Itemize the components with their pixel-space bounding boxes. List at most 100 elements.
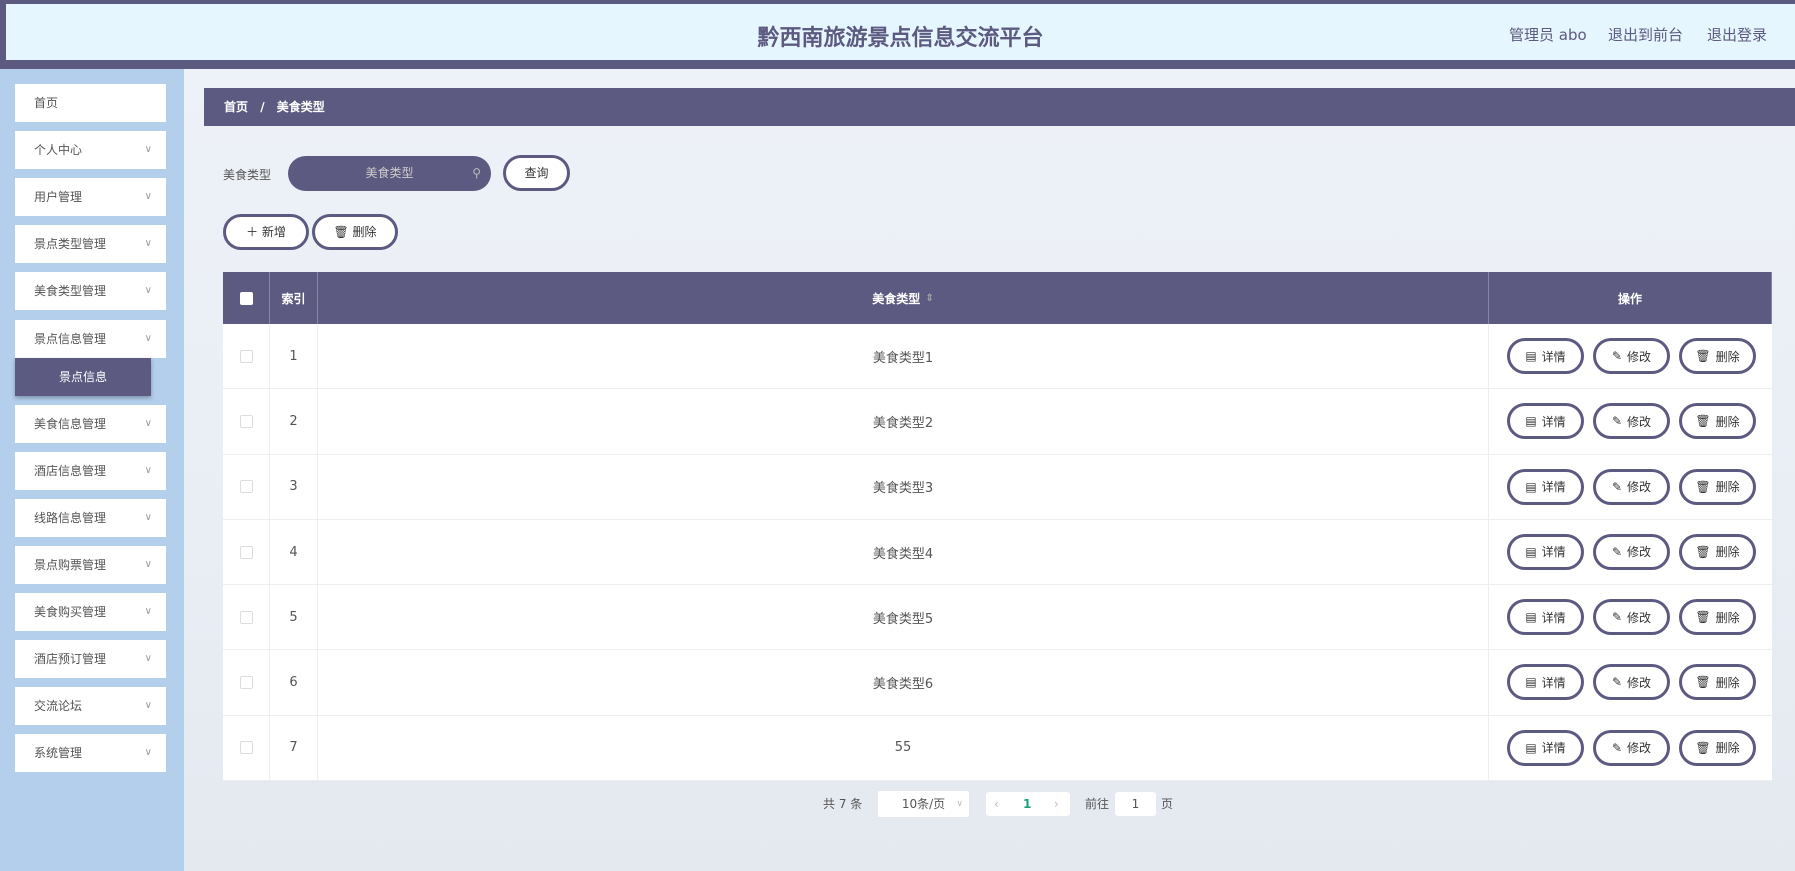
sidebar-item[interactable]: 美食购买管理 ∨ — [15, 593, 166, 631]
row-food-type: 美食类型4 — [872, 546, 934, 562]
breadcrumb-home[interactable]: 首页 — [224, 100, 248, 114]
sidebar-item[interactable]: 用户管理 ∨ — [15, 178, 166, 216]
delete-button[interactable]: 🗑 删除 — [1679, 664, 1756, 701]
page-size-select[interactable]: 10条/页 ∨ — [877, 790, 970, 818]
row-checkbox[interactable] — [239, 545, 253, 559]
row-food-type: 美食类型6 — [872, 677, 934, 693]
page-suffix: 页 — [1161, 797, 1174, 811]
exit-to-front-link[interactable]: 退出到前台 — [1608, 24, 1683, 45]
sidebar-item[interactable]: 个人中心 ∨ — [15, 131, 166, 169]
edit-button[interactable]: ✎ 修改 — [1593, 468, 1670, 505]
chevron-down-icon: ∨ — [956, 799, 963, 809]
detail-button[interactable]: ▤ 详情 — [1507, 533, 1584, 570]
pencil-icon: ✎ — [1611, 740, 1623, 755]
document-icon: ▤ — [1525, 740, 1537, 755]
detail-button[interactable]: ▤ 详情 — [1507, 729, 1584, 766]
detail-button[interactable]: ▤ 详情 — [1507, 664, 1584, 701]
row-checkbox[interactable] — [239, 741, 253, 755]
delete-button[interactable]: 🗑 删除 — [1679, 338, 1756, 374]
plus-icon: ＋ — [246, 225, 262, 239]
detail-label: 详情 — [1541, 610, 1566, 625]
delete-button[interactable]: 🗑 删除 — [1679, 403, 1756, 440]
table-row: 3 美食类型3 ▤ 详情 ✎ 修改 🗑 删除 — [223, 454, 1772, 520]
chevron-down-icon: ∨ — [144, 606, 152, 617]
delete-label: 删除 — [1715, 480, 1740, 495]
breadcrumb: 首页 / 美食类型 — [204, 88, 1795, 126]
header-inner: 黔西南旅游景点信息交流平台 管理员 abo 退出到前台 退出登录 — [6, 4, 1795, 60]
sidebar-item-label: 个人中心 — [34, 143, 83, 157]
sidebar-item[interactable]: 首页 — [15, 84, 166, 122]
row-checkbox[interactable] — [239, 349, 253, 363]
prev-page-icon[interactable]: ‹ — [994, 792, 999, 816]
select-all-checkbox[interactable] — [239, 291, 253, 305]
col-index: 索引 — [281, 291, 306, 306]
search-placeholder: 美食类型 — [365, 166, 414, 180]
next-page-icon[interactable]: › — [1054, 792, 1059, 816]
sidebar-item[interactable]: 景点购票管理 ∨ — [15, 546, 166, 584]
delete-button[interactable]: 🗑 删除 — [1679, 468, 1756, 505]
sidebar-item-label: 景点信息管理 — [34, 332, 107, 346]
chevron-down-icon: ∨ — [144, 144, 152, 155]
breadcrumb-separator: / — [260, 100, 265, 114]
data-table: 索引 美食类型 ⇕ 操作 1 美食类型1 ▤ 详情 ✎ 修改 🗑 删除 2 美食类型2 … — [223, 272, 1772, 782]
chevron-down-icon: ∨ — [144, 747, 152, 758]
row-index: 3 — [289, 479, 298, 495]
row-food-type: 美食类型5 — [872, 611, 934, 627]
sidebar-item[interactable]: 美食信息管理 ∨ — [15, 405, 166, 443]
sidebar-item[interactable]: 景点信息管理 ∨ — [15, 320, 166, 358]
sidebar-item[interactable]: 酒店预订管理 ∨ — [15, 640, 166, 678]
sort-icon[interactable]: ⇕ — [925, 293, 933, 304]
sidebar-item[interactable]: 酒店信息管理 ∨ — [15, 452, 166, 490]
sidebar-item[interactable]: 线路信息管理 ∨ — [15, 499, 166, 537]
delete-label: 删除 — [1715, 741, 1740, 756]
row-food-type: 55 — [894, 740, 912, 756]
top-header: 黔西南旅游景点信息交流平台 管理员 abo 退出到前台 退出登录 — [0, 0, 1795, 69]
edit-button[interactable]: ✎ 修改 — [1593, 664, 1670, 701]
detail-button[interactable]: ▤ 详情 — [1507, 403, 1584, 440]
col-food-type-label: 美食类型 — [872, 291, 921, 306]
delete-button[interactable]: 🗑 删除 — [1679, 599, 1756, 636]
admin-user[interactable]: 管理员 abo — [1509, 24, 1587, 45]
batch-delete-button[interactable]: 🗑 删除 — [312, 214, 398, 250]
row-food-type: 美食类型2 — [872, 415, 934, 431]
sidebar-item-label: 用户管理 — [34, 190, 83, 204]
sidebar-item[interactable]: 美食类型管理 ∨ — [15, 272, 166, 310]
edit-button[interactable]: ✎ 修改 — [1593, 533, 1670, 570]
sidebar-item-label: 美食类型管理 — [34, 284, 107, 298]
row-checkbox[interactable] — [239, 414, 253, 428]
submenu-item-scenic-info[interactable]: 景点信息 — [15, 358, 151, 396]
pencil-icon: ✎ — [1611, 544, 1623, 559]
delete-button[interactable]: 🗑 删除 — [1679, 729, 1756, 766]
page-1[interactable]: 1 — [1023, 792, 1031, 816]
detail-button[interactable]: ▤ 详情 — [1507, 338, 1584, 374]
add-button[interactable]: ＋ 新增 — [223, 214, 309, 250]
trash-icon: 🗑 — [1695, 610, 1711, 625]
edit-button[interactable]: ✎ 修改 — [1593, 403, 1670, 440]
row-index: 6 — [289, 675, 298, 691]
detail-button[interactable]: ▤ 详情 — [1507, 468, 1584, 505]
logout-link[interactable]: 退出登录 — [1707, 24, 1767, 45]
chevron-down-icon: ∨ — [144, 191, 152, 202]
edit-button[interactable]: ✎ 修改 — [1593, 338, 1670, 374]
edit-button[interactable]: ✎ 修改 — [1593, 599, 1670, 636]
row-checkbox[interactable] — [239, 610, 253, 624]
add-label: 新增 — [261, 225, 286, 239]
row-index: 7 — [289, 740, 298, 756]
row-checkbox[interactable] — [239, 676, 253, 690]
sidebar-item[interactable]: 景点类型管理 ∨ — [15, 225, 166, 263]
query-button[interactable]: 查询 — [503, 155, 570, 191]
detail-button[interactable]: ▤ 详情 — [1507, 599, 1584, 636]
search-input[interactable]: 美食类型 ⚲ — [288, 156, 491, 191]
delete-button[interactable]: 🗑 删除 — [1679, 533, 1756, 570]
breadcrumb-current: 美食类型 — [276, 100, 325, 114]
detail-label: 详情 — [1541, 675, 1566, 690]
row-checkbox[interactable] — [239, 480, 253, 494]
query-label: 查询 — [524, 166, 549, 180]
sidebar-item[interactable]: 交流论坛 ∨ — [15, 687, 166, 725]
chevron-down-icon: ∨ — [144, 238, 152, 249]
search-icon: ⚲ — [472, 166, 481, 180]
col-food-type[interactable]: 美食类型 ⇕ — [318, 272, 1489, 324]
edit-button[interactable]: ✎ 修改 — [1593, 729, 1670, 766]
goto-page-input[interactable]: 1 — [1115, 792, 1156, 816]
sidebar-item[interactable]: 系统管理 ∨ — [15, 734, 166, 772]
